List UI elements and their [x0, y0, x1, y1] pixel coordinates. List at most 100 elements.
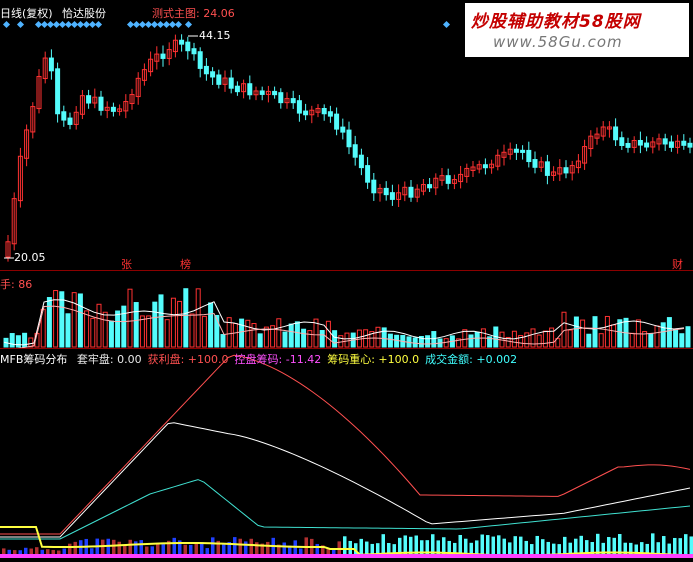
distribution-bar	[464, 539, 468, 555]
volume-chart[interactable]	[0, 271, 693, 349]
candle-body	[273, 91, 277, 94]
candle-body	[545, 162, 549, 176]
watermark-title: 炒股辅助教材58股网	[471, 7, 641, 32]
signal-diamond	[443, 21, 450, 28]
low-price-label: 20.05	[14, 251, 46, 264]
volume-bar	[593, 317, 597, 347]
volume-bar	[134, 303, 138, 347]
candle-body	[638, 140, 642, 145]
volume-bar	[587, 334, 591, 347]
candle-body	[682, 141, 686, 145]
volume-bar	[190, 314, 194, 347]
event-mark-bang[interactable]: 榜	[180, 256, 191, 270]
distribution-bar	[123, 545, 127, 555]
volume-bar	[258, 334, 262, 347]
legend-item-label: 获利盘:	[148, 353, 185, 366]
candle-body	[366, 166, 370, 183]
event-mark-cai[interactable]: 财	[672, 256, 683, 270]
distribution-bar	[184, 545, 188, 555]
distribution-bar	[112, 540, 116, 555]
candle-body	[111, 107, 115, 111]
candle-body	[645, 143, 649, 147]
candle-body	[614, 127, 618, 140]
indicator-panel[interactable]: MFB筹码分布 套牢盘: 0.00获利盘: +100.0控盘筹码: -11.42…	[0, 348, 693, 562]
indicator-legend-item: 套牢盘: 0.00	[77, 353, 142, 366]
candle-body	[353, 145, 357, 157]
legend-item-value: 0.00	[114, 353, 142, 366]
event-mark-zhang[interactable]: 张	[121, 256, 132, 270]
candle-body	[341, 127, 345, 132]
volume-bar	[72, 293, 76, 347]
indicator-chart[interactable]	[0, 349, 693, 562]
candle-body	[335, 114, 339, 129]
distribution-bar	[343, 536, 347, 555]
distribution-bar	[151, 546, 155, 555]
signal-diamond	[175, 21, 182, 28]
distribution-bar	[239, 539, 243, 555]
candle-body	[409, 187, 413, 197]
distribution-bar	[129, 540, 133, 555]
distribution-bar	[101, 540, 105, 555]
candle-body	[390, 193, 394, 200]
volume-bar	[246, 320, 250, 347]
distribution-bar	[266, 542, 270, 555]
volume-bar	[140, 316, 144, 347]
watermark: 炒股辅助教材58股网 www.58Gu.com	[465, 3, 689, 57]
volume-label: 手: 86	[0, 276, 32, 292]
volume-bar	[66, 314, 70, 347]
distribution-bar	[530, 544, 534, 555]
volume-bar	[667, 318, 671, 347]
candle-body	[204, 66, 208, 73]
candle-body	[68, 118, 72, 124]
volume-bar	[184, 289, 188, 347]
volume-panel[interactable]: 手: 86	[0, 270, 693, 349]
volume-bar	[178, 301, 182, 347]
distribution-bar	[497, 535, 501, 555]
price-panel[interactable]: 日线(复权) 恰达股份 测式主图: 24.06 44.15 20.05 张 榜 …	[0, 0, 693, 270]
candle-body	[626, 143, 630, 147]
volume-bar	[147, 316, 151, 347]
candle-body	[669, 142, 673, 147]
base-band	[0, 554, 693, 558]
candle-body	[428, 185, 432, 188]
volume-bar	[202, 316, 206, 347]
distribution-bar	[360, 539, 364, 555]
distribution-bar	[673, 538, 677, 555]
candle-body	[279, 93, 283, 103]
indicator-legend-item: 获利盘: +100.0	[148, 353, 229, 366]
volume-bar	[320, 331, 324, 347]
volume-bar	[543, 331, 547, 347]
volume-bar	[128, 289, 132, 347]
legend-item-value: -11.42	[282, 353, 321, 366]
indicator-value: 测式主图: 24.06	[152, 5, 235, 21]
candle-body	[297, 101, 301, 113]
volume-bar	[525, 333, 529, 347]
distribution-bar	[536, 536, 540, 555]
profit-line	[0, 355, 690, 534]
distribution-bar	[668, 544, 672, 555]
distribution-bar	[382, 534, 386, 555]
volume-bar	[165, 320, 169, 347]
candle-body	[527, 150, 531, 161]
distribution-bar	[514, 536, 518, 555]
indicator-legend-item: 筹码重心: +100.0	[327, 353, 419, 366]
signal-diamond	[17, 21, 24, 28]
volume-bar	[289, 324, 293, 347]
signal-diamond	[95, 21, 102, 28]
volume-bar	[252, 324, 256, 347]
candle-body	[564, 168, 568, 173]
distribution-bar	[74, 542, 78, 555]
candle-body	[260, 91, 264, 94]
volume-bar	[661, 323, 665, 347]
distribution-bar	[211, 537, 215, 555]
candle-body	[211, 72, 215, 77]
volume-bar	[78, 294, 82, 347]
volume-bar	[209, 303, 213, 347]
volume-bar	[674, 329, 678, 347]
candle-body	[347, 130, 351, 147]
candle-body	[49, 58, 53, 71]
distribution-bar	[255, 542, 259, 555]
legend-item-value: +100.0	[375, 353, 419, 366]
distribution-bar	[365, 542, 369, 555]
candle-body	[688, 143, 692, 147]
